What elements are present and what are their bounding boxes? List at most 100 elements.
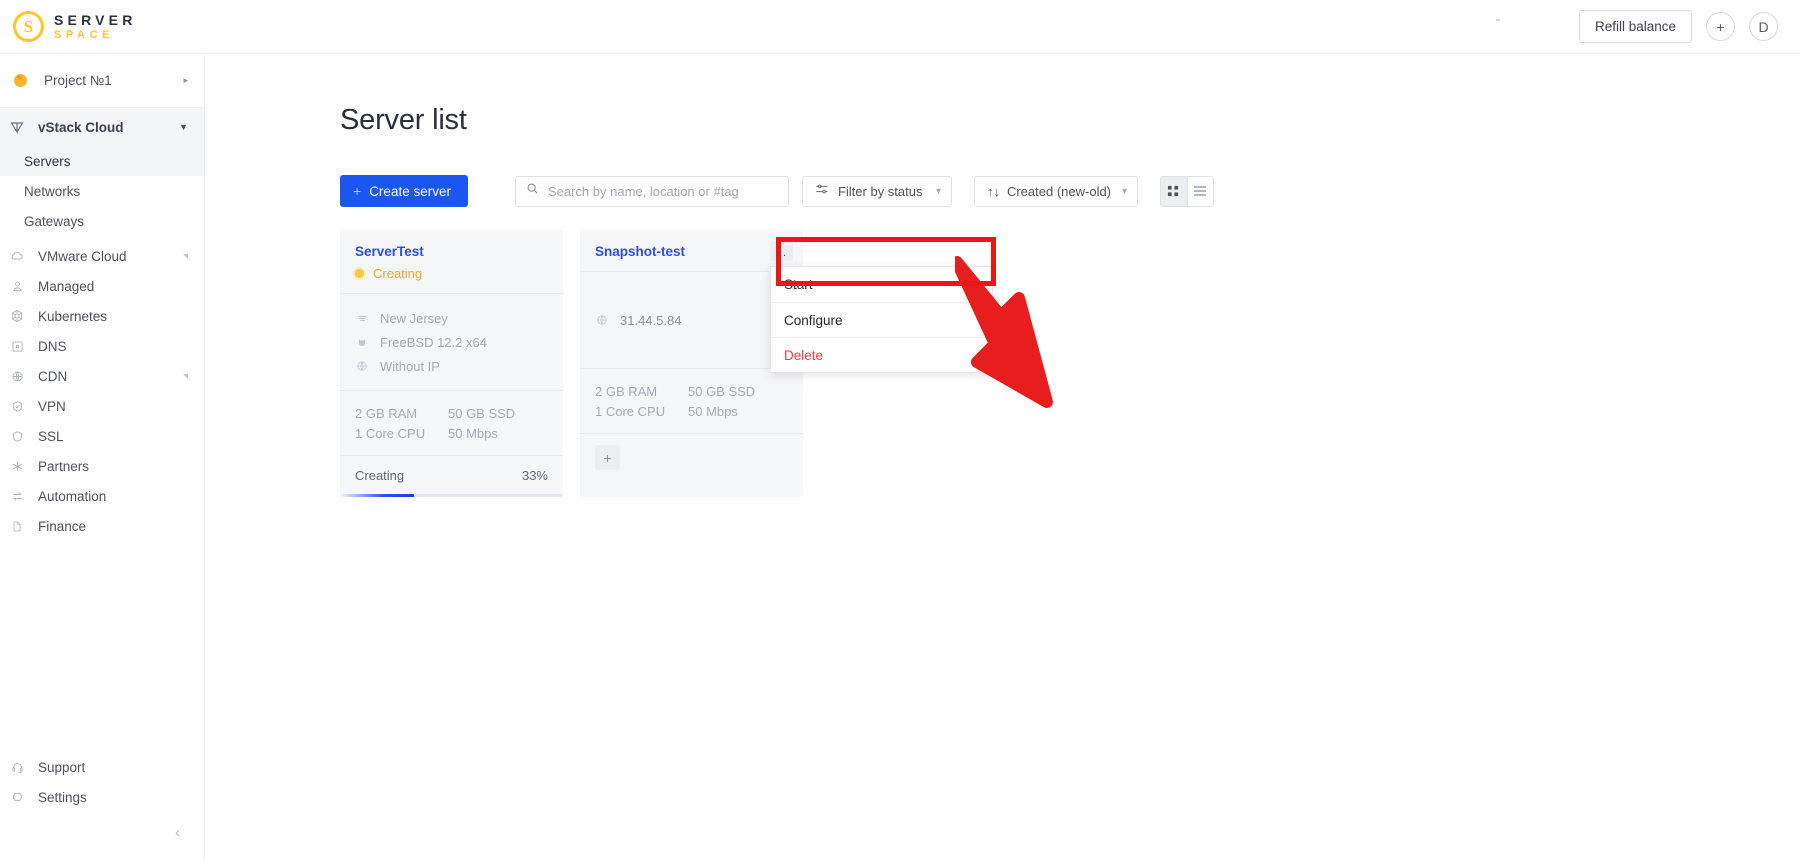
sidebar-item-label: Networks [24,183,81,199]
sidebar-item-label: Managed [38,278,95,294]
sidebar: Project №1 ▸ vStack Cloud ▼ Servers Netw… [0,54,205,860]
location-icon [355,312,369,325]
spec-cpu: 1 Core CPU [355,425,426,441]
spec-row: 1 Core CPU 50 Mbps [355,423,548,443]
spec-cpu: 1 Core CPU [595,403,666,419]
spec-disk: 50 GB SSD [688,383,756,399]
sort-icon: ↑↓ [986,183,1000,199]
sidebar-collapse-button[interactable]: ‹ [0,812,204,852]
sidebar-item-label: Automation [38,488,107,504]
server-name-link[interactable]: ServerTest [355,244,548,259]
sidebar-item-support[interactable]: Support [0,752,204,782]
spec-bandwidth: 50 Mbps [448,425,498,441]
server-name-link[interactable]: Snapshot-test [595,244,788,259]
sidebar-item-label: Kubernetes [38,308,108,324]
gear-icon [9,789,25,805]
detail-ip: 31.44.5.84 [595,308,788,332]
menu-item-start[interactable]: Start [771,267,992,302]
create-server-button[interactable]: + Create server [340,175,468,207]
search-input[interactable] [547,183,778,199]
detail-location: New Jersey [355,306,548,330]
menu-item-delete[interactable]: Delete [771,337,992,372]
sidebar-item-settings[interactable]: Settings [0,782,204,812]
chevron-down-icon: ▼ [179,122,188,132]
card-header: ServerTest Creating [340,230,563,293]
context-menu: Start Configure Delete [770,266,993,373]
logo-wordmark: SERVER SPACE [54,13,137,41]
sidebar-item-partners[interactable]: Partners [0,451,204,481]
sort-select[interactable]: ↑↓ Created (new-old) ▾ [973,175,1138,207]
globe-icon [355,360,369,372]
refill-balance-button[interactable]: Refill balance [1578,10,1692,43]
sidebar-item-label: Gateways [24,213,85,229]
chevron-right-icon: ▸ [183,75,188,85]
automation-icon [9,488,25,504]
sidebar-item-automation[interactable]: Automation [0,481,204,511]
logo-text-bottom: SPACE [54,28,115,41]
plus-icon: + [353,183,362,199]
sidebar-item-kubernetes[interactable]: Kubernetes [0,301,204,331]
avatar[interactable]: D [1749,12,1778,41]
expand-arrow-icon [183,253,188,259]
search-box[interactable] [514,175,789,207]
detail-spacer [595,332,788,356]
server-card-grid: ServerTest Creating New Jersey FreeBSD 1… [340,230,803,497]
sidebar-item-label: Support [38,759,86,775]
globe-icon [9,368,25,384]
partners-icon [9,458,25,474]
brand-logo[interactable]: S SERVER SPACE [0,11,205,42]
list-toolbar: + Create server Filter by status ▾ ↑↓ Cr… [340,175,1214,207]
spec-row: 1 Core CPU 50 Mbps [595,401,788,421]
card-header: Snapshot-test … [580,230,803,271]
spec-ram: 2 GB RAM [595,383,658,399]
headset-icon [9,759,25,775]
logo-mark-icon: S [13,11,44,42]
grid-view-button[interactable] [1160,176,1187,206]
sidebar-item-label: Partners [38,458,90,474]
sidebar-item-ssl[interactable]: SSL [0,421,204,451]
filter-by-status-select[interactable]: Filter by status ▾ [801,175,952,207]
project-selector[interactable]: Project №1 ▸ [0,54,204,108]
logo-text-top: SERVER [54,11,137,28]
sidebar-item-managed[interactable]: Managed [0,271,204,301]
sidebar-item-networks[interactable]: Networks [0,176,204,206]
dns-icon [9,338,25,354]
card-footer: Creating 33% [340,456,563,497]
detail-text: FreeBSD 12.2 x64 [380,334,487,350]
sidebar-item-dns[interactable]: DNS [0,331,204,361]
server-card[interactable]: ServerTest Creating New Jersey FreeBSD 1… [340,230,563,497]
card-footer: + [580,434,803,483]
vstack-icon [9,119,25,135]
sidebar-item-gateways[interactable]: Gateways [0,206,204,236]
menu-item-configure[interactable]: Configure [771,302,992,337]
sidebar-group-vstack-cloud[interactable]: vStack Cloud ▼ [0,108,204,146]
sidebar-item-cdn[interactable]: CDN [0,361,204,391]
detail-text: New Jersey [380,310,448,326]
add-button[interactable]: + [1706,12,1735,41]
top-bar: S SERVER SPACE Refill balance + D [0,0,1800,54]
card-details: New Jersey FreeBSD 12.2 x64 Without IP [340,294,563,390]
vpn-icon [9,398,25,414]
card-menu-button[interactable]: … [770,242,793,261]
cloud-icon [9,248,25,264]
globe-icon [595,314,609,326]
sidebar-item-vmware-cloud[interactable]: VMware Cloud [0,241,204,271]
detail-text: 31.44.5.84 [620,312,682,328]
add-tag-button[interactable]: + [595,445,620,470]
sidebar-footer: Support Settings ‹ [0,752,204,860]
status-label: Creating [373,266,423,281]
detail-text: Without IP [380,358,440,374]
sort-label: Created (new-old) [1006,183,1112,199]
spec-row: 2 GB RAM 50 GB SSD [355,403,548,423]
project-avatar-icon [14,74,27,87]
spec-disk: 50 GB SSD [448,405,516,421]
sidebar-item-finance[interactable]: Finance [0,511,204,541]
create-server-label: Create server [369,183,451,199]
top-bar-actions: Refill balance + D [1578,10,1800,43]
sidebar-group-label: vStack Cloud [38,119,124,135]
sidebar-item-vpn[interactable]: VPN [0,391,204,421]
card-specs: 2 GB RAM 50 GB SSD 1 Core CPU 50 Mbps [340,391,563,455]
chevron-left-icon: ‹ [175,823,180,841]
sidebar-item-servers[interactable]: Servers [0,146,204,176]
list-view-button[interactable] [1186,176,1213,206]
